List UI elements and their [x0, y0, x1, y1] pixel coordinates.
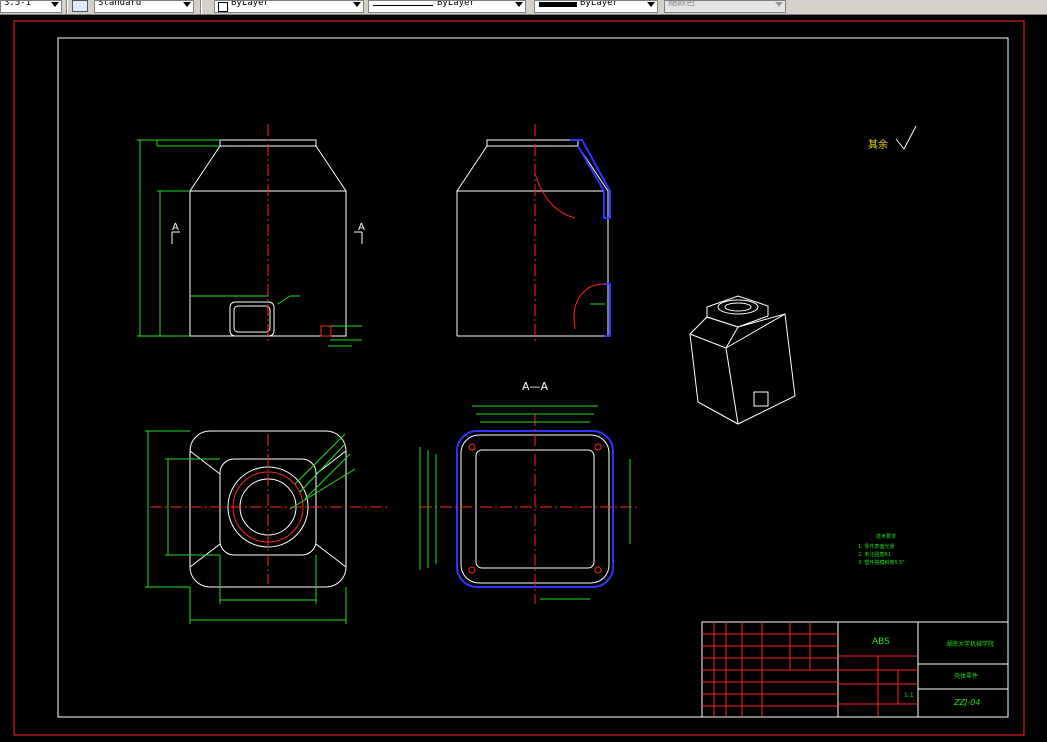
- text-style-value: Standard: [98, 0, 142, 8]
- school-text: 湖南大学机械学院: [946, 640, 994, 648]
- material-text: ABS: [872, 637, 890, 647]
- linetype-value: ByLayer: [437, 0, 475, 8]
- lineweight-sample-icon: [539, 2, 577, 7]
- color-swatch-icon: [218, 2, 228, 12]
- front-view: [137, 124, 363, 347]
- scale-select[interactable]: 3.5-1: [0, 0, 62, 13]
- side-view: [456, 124, 611, 344]
- tech-note-item: 1. 零件表面光滑: [858, 543, 894, 550]
- tech-note-title: 技术要求: [876, 533, 896, 540]
- roughness-note: 其余: [868, 138, 888, 151]
- chevron-down-icon: [183, 2, 191, 7]
- properties-toolbar: 3.5-1 Standard ByLayer ByLayer ByLayer 随…: [0, 0, 1047, 15]
- lineweight-select[interactable]: ByLayer: [534, 0, 658, 13]
- tech-notes: 技术要求 1. 零件表面光滑 2. 未注圆角R1 3. 塑件脱模斜度0.5°: [858, 533, 905, 566]
- tech-note-item: 2. 未注圆角R1: [858, 551, 891, 558]
- drawing-svg: A A A—A 其余 技术要求 1. 零件表面光滑 2. 未注圆角R1 3. 塑…: [13, 20, 1025, 736]
- toolbar-separator: [200, 0, 202, 14]
- section-label: A—A: [522, 380, 549, 393]
- cut-marker-left: A: [172, 222, 179, 233]
- tech-note-item: 3. 塑件脱模斜度0.5°: [858, 559, 905, 566]
- text-style-icon[interactable]: [72, 0, 88, 12]
- chevron-down-icon: [515, 2, 523, 7]
- drawing-canvas[interactable]: A A A—A 其余 技术要求 1. 零件表面光滑 2. 未注圆角R1 3. 塑…: [0, 14, 1047, 738]
- linetype-sample-icon: [373, 5, 433, 6]
- plot-style-value: 随颜色: [668, 0, 696, 8]
- layer-value: ByLayer: [231, 0, 269, 8]
- roughness-symbol-icon: [895, 125, 917, 150]
- chevron-down-icon: [647, 2, 655, 7]
- layer-color-select[interactable]: ByLayer: [214, 0, 364, 13]
- plot-style-select[interactable]: 随颜色: [664, 0, 786, 13]
- chevron-down-icon: [353, 2, 361, 7]
- toolbar-separator: [66, 0, 68, 14]
- part-name-text: 壳体零件: [954, 672, 978, 680]
- chevron-down-icon: [775, 2, 783, 7]
- section-view: [419, 405, 640, 604]
- scale-value: 3.5-1: [4, 0, 32, 8]
- sheet-border: [13, 20, 1025, 736]
- cut-marker-right: A: [358, 222, 365, 233]
- top-view: [145, 430, 390, 624]
- text-style-select[interactable]: Standard: [94, 0, 194, 13]
- isometric-view: [689, 295, 796, 425]
- drawing-number-text: ZZJ-04: [953, 698, 980, 707]
- scale-text: 1:1: [904, 692, 914, 699]
- lineweight-value: ByLayer: [580, 0, 618, 8]
- chevron-down-icon: [51, 2, 59, 7]
- linetype-select[interactable]: ByLayer: [368, 0, 526, 13]
